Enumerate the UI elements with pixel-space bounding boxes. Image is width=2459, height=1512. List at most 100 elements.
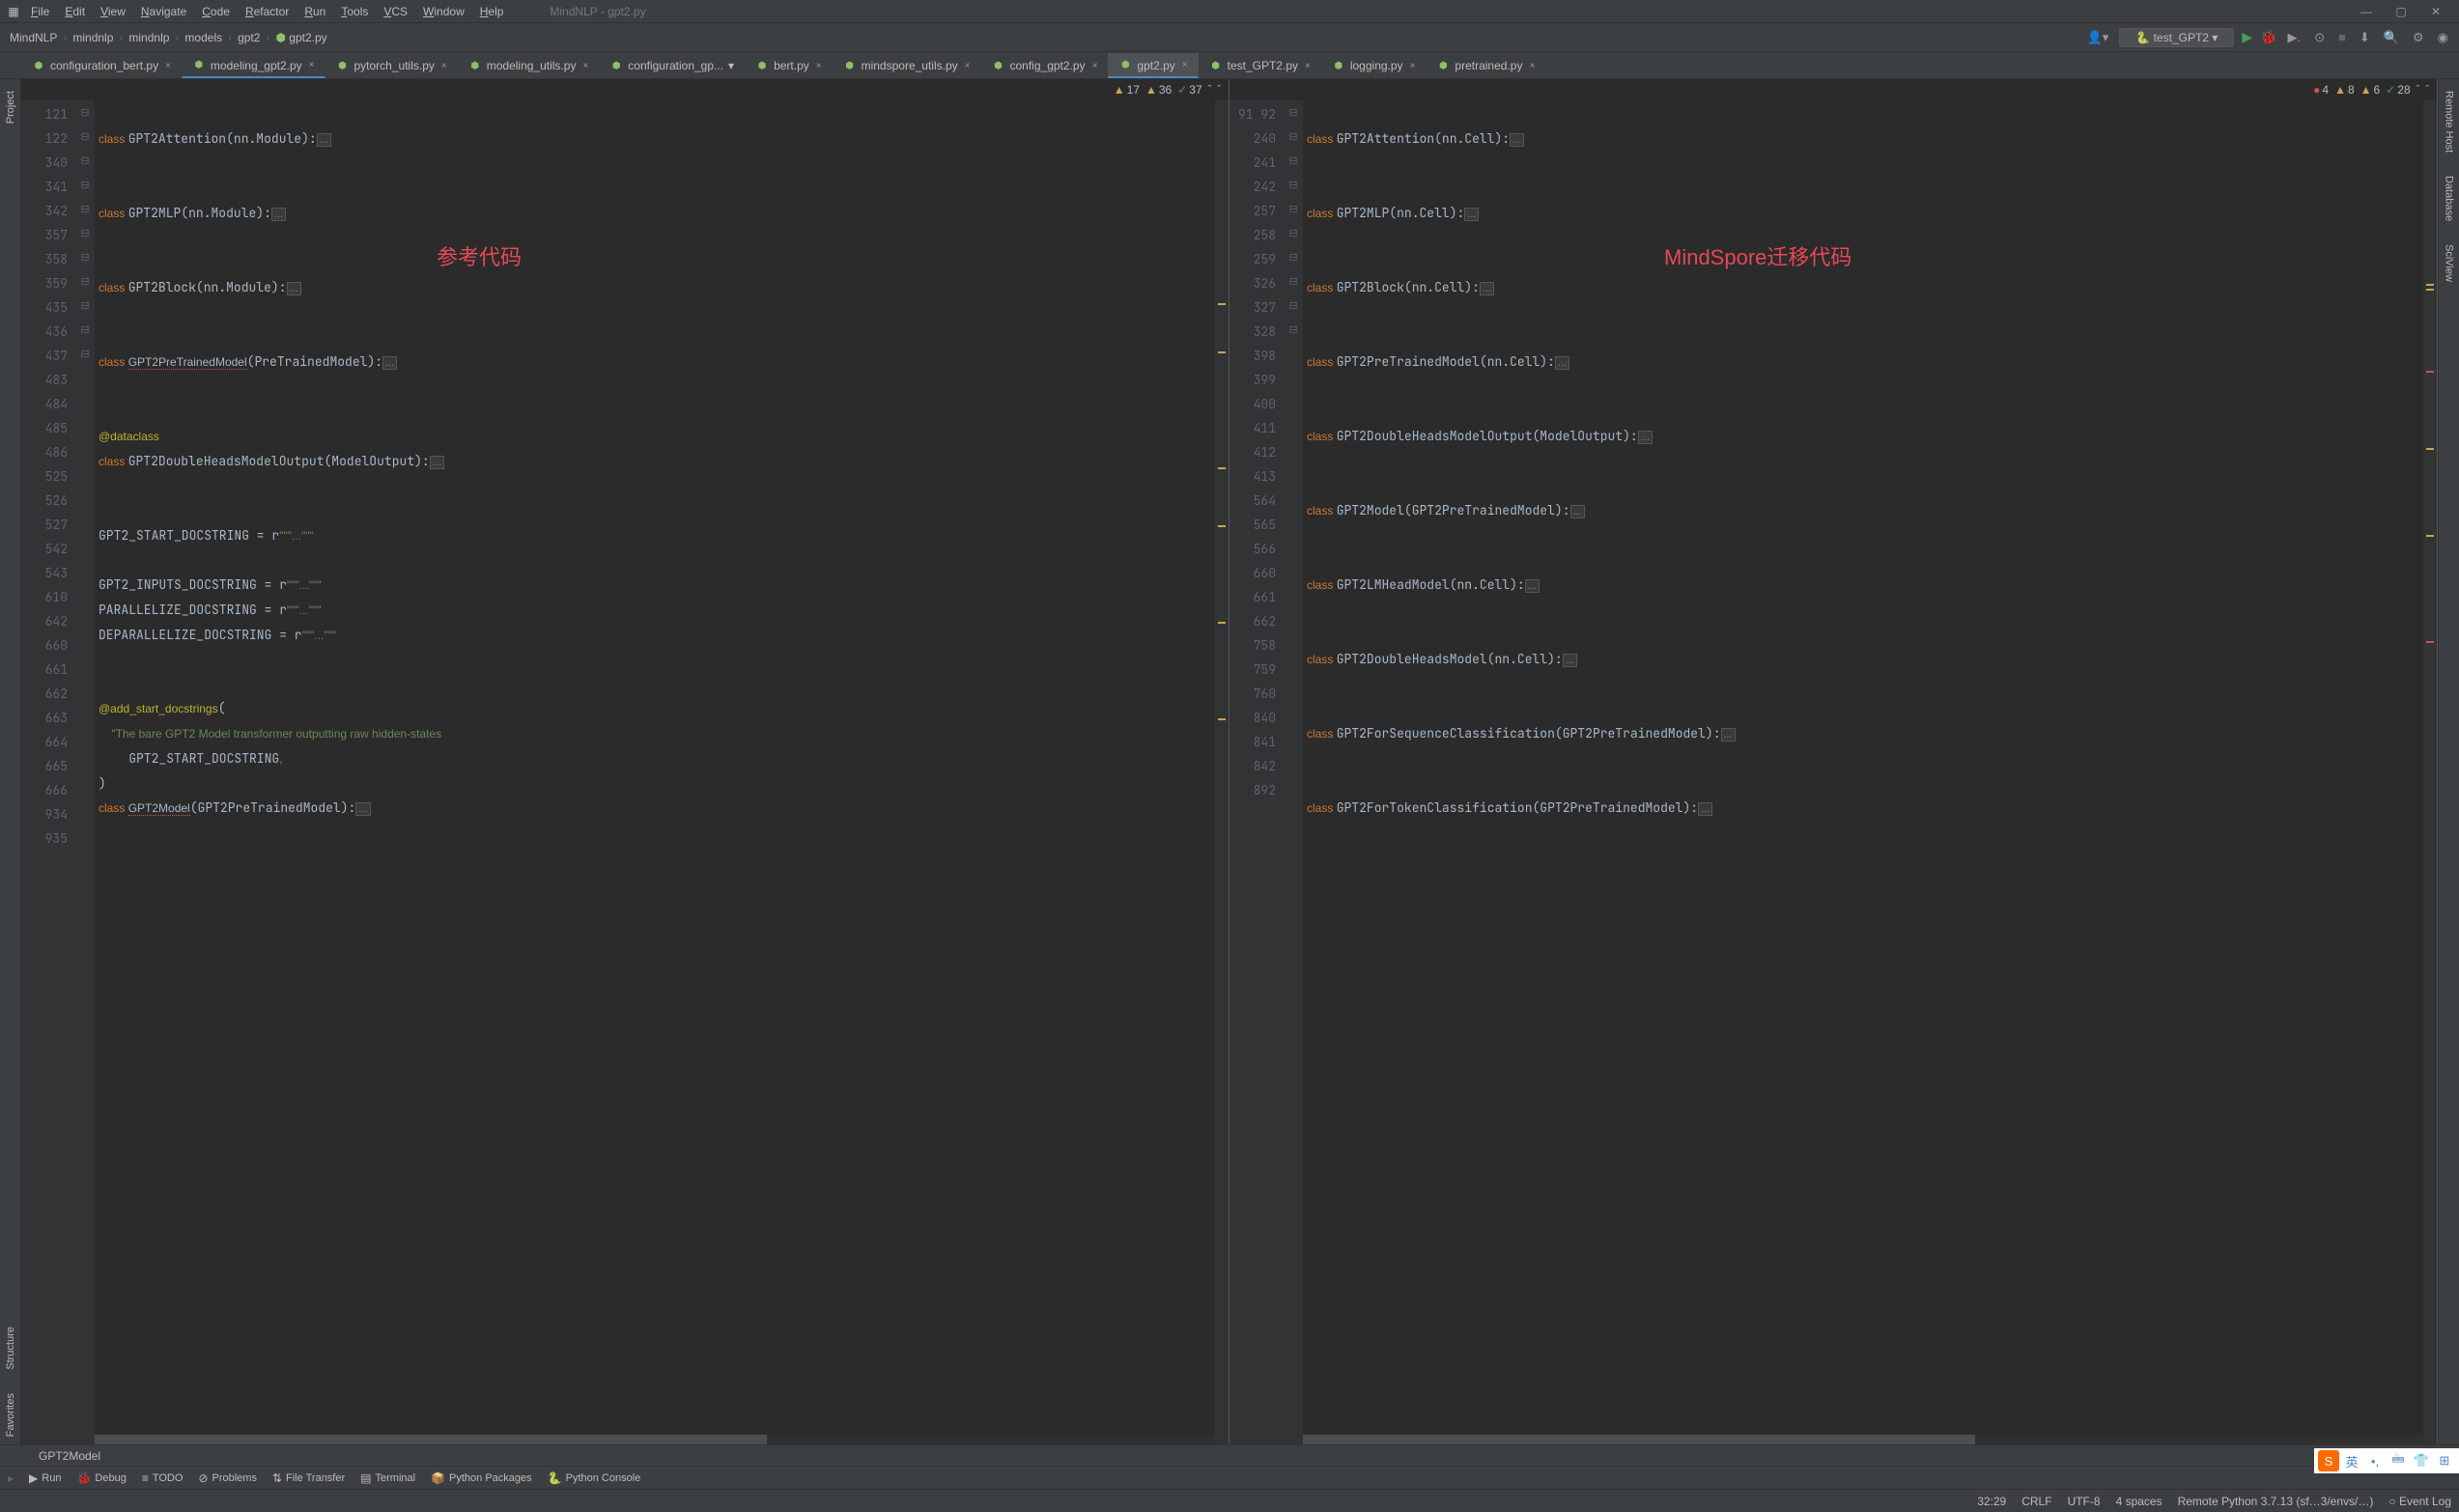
- caret-position[interactable]: 32:29: [1977, 1495, 2006, 1508]
- indent[interactable]: 4 spaces: [2116, 1495, 2162, 1508]
- close-tab-icon[interactable]: ×: [816, 61, 822, 71]
- tab-pytorch_utils-py[interactable]: ⬢pytorch_utils.py×: [325, 53, 458, 78]
- breadcrumb-1[interactable]: mindnlp: [71, 31, 115, 44]
- breadcrumb-4[interactable]: gpt2: [236, 31, 262, 44]
- tab-logging-py[interactable]: ⬢logging.py×: [1321, 53, 1427, 78]
- settings-icon[interactable]: ⚙: [2410, 30, 2427, 45]
- nav-down-r[interactable]: ˇ: [2425, 84, 2429, 96]
- bottom-tool-stripe: ▸ ▶ Run🐞 Debug≡ TODO⊘ Problems⇅ File Tra…: [0, 1466, 2459, 1489]
- warnings-r[interactable]: ▲6: [2360, 83, 2381, 97]
- warnings-weak-r[interactable]: ▲8: [2334, 83, 2355, 97]
- coverage-icon[interactable]: ▶.: [2285, 30, 2304, 45]
- python-file-icon: ⬢: [32, 59, 45, 72]
- typos[interactable]: ✓37: [1177, 83, 1201, 97]
- remote-host-tool[interactable]: Remote Host: [2444, 83, 2455, 160]
- chevron-down-icon[interactable]: ▾: [728, 59, 734, 72]
- search-icon[interactable]: 🔍: [2381, 30, 2402, 45]
- sciview-tool[interactable]: SciView: [2444, 237, 2455, 290]
- interpreter[interactable]: Remote Python 3.7.13 (sf…3/envs/…): [2178, 1495, 2374, 1508]
- tab-mindspore_utils-py[interactable]: ⬢mindspore_utils.py×: [833, 53, 981, 78]
- ime-logo-icon[interactable]: S: [2318, 1450, 2339, 1471]
- breadcrumb-0[interactable]: MindNLP: [8, 31, 59, 44]
- ime-lang-icon[interactable]: 英: [2341, 1450, 2362, 1471]
- tab-gpt2-py[interactable]: ⬢gpt2.py×: [1108, 53, 1198, 78]
- python-file-icon: ⬢: [1118, 59, 1132, 72]
- menu-run[interactable]: Run: [297, 3, 333, 20]
- tab-bert-py[interactable]: ⬢bert.py×: [745, 53, 833, 78]
- minimize-icon[interactable]: —: [2355, 5, 2378, 18]
- python-file-icon: ⬢: [336, 59, 350, 72]
- menu-tools[interactable]: Tools: [333, 3, 376, 20]
- ime-tools-icon[interactable]: ⊞: [2434, 1450, 2455, 1471]
- breadcrumb-2[interactable]: mindnlp: [127, 31, 171, 44]
- git-icon[interactable]: ⬇: [2357, 30, 2373, 45]
- window-title: MindNLP - gpt2.py: [550, 5, 645, 18]
- tab-test_GPT2-py[interactable]: ⬢test_GPT2.py×: [1199, 53, 1321, 78]
- close-tab-icon[interactable]: ×: [165, 61, 171, 71]
- structure-tool[interactable]: Structure: [5, 1319, 16, 1378]
- avatar-icon[interactable]: ◉: [2435, 30, 2451, 45]
- h-scrollbar-right[interactable]: [1303, 1435, 2423, 1444]
- menu-view[interactable]: View: [93, 3, 133, 20]
- project-tool[interactable]: Project: [5, 83, 16, 131]
- ime-toolbar: S 英 •, 🖮 👕 ⊞: [2314, 1448, 2459, 1473]
- menu-help[interactable]: Help: [472, 3, 512, 20]
- ime-punct-icon[interactable]: •,: [2364, 1450, 2386, 1471]
- code-area-right[interactable]: 91 92 240 241 242 257 258 259 326 327 32…: [1230, 100, 2437, 1444]
- editor-breadcrumb[interactable]: GPT2Model: [0, 1444, 2459, 1466]
- menu-code[interactable]: Code: [194, 3, 238, 20]
- close-tab-icon[interactable]: ×: [1182, 60, 1188, 70]
- breadcrumb-3[interactable]: models: [183, 31, 224, 44]
- nav-up-r[interactable]: ˆ: [2417, 84, 2420, 96]
- maximize-icon[interactable]: ▢: [2389, 5, 2413, 18]
- left-editor: ▲17 ▲36 ✓37 ˆ ˇ 121 122 340 341 342 357 …: [21, 79, 1230, 1444]
- minimap-left[interactable]: [1215, 100, 1229, 1444]
- warnings[interactable]: ▲36: [1145, 83, 1172, 97]
- minimap-right[interactable]: [2423, 100, 2437, 1444]
- ime-input-icon[interactable]: 🖮: [2388, 1450, 2409, 1471]
- close-tab-icon[interactable]: ×: [1092, 61, 1098, 71]
- stop-icon[interactable]: ■: [2335, 30, 2349, 44]
- tab-modeling_utils-py[interactable]: ⬢modeling_utils.py×: [458, 53, 600, 78]
- close-tab-icon[interactable]: ×: [1305, 61, 1311, 71]
- event-log[interactable]: ○ Event Log: [2388, 1495, 2451, 1508]
- menu-window[interactable]: Window: [415, 3, 472, 20]
- close-tab-icon[interactable]: ×: [582, 61, 588, 71]
- debug-icon[interactable]: 🐞: [2260, 29, 2276, 45]
- user-icon[interactable]: 👤▾: [2084, 30, 2112, 45]
- warnings-weak[interactable]: ▲17: [1114, 83, 1140, 97]
- line-separator[interactable]: CRLF: [2021, 1495, 2051, 1508]
- ime-skin-icon[interactable]: 👕: [2411, 1450, 2432, 1471]
- nav-down[interactable]: ˇ: [1217, 84, 1221, 96]
- code-area-left[interactable]: 121 122 340 341 342 357 358 359 435 436 …: [21, 100, 1229, 1444]
- app-icon: ▦: [4, 5, 23, 18]
- close-tab-icon[interactable]: ×: [1529, 61, 1535, 71]
- menu-refactor[interactable]: Refactor: [238, 3, 297, 20]
- python-file-icon: ⬢: [1436, 59, 1450, 72]
- run-config-selector[interactable]: 🐍 test_GPT2 ▾: [2119, 28, 2234, 47]
- h-scrollbar-left[interactable]: [95, 1435, 1215, 1444]
- tab-configuration_gp-[interactable]: ⬢configuration_gp...▾: [599, 53, 745, 78]
- tab-pretrained-py[interactable]: ⬢pretrained.py×: [1426, 53, 1545, 78]
- errors[interactable]: ●4: [2313, 83, 2329, 97]
- menu-navigate[interactable]: Navigate: [133, 3, 194, 20]
- menu-vcs[interactable]: VCS: [376, 3, 415, 20]
- favorites-tool[interactable]: Favorites: [5, 1386, 16, 1444]
- close-tab-icon[interactable]: ×: [1410, 61, 1416, 71]
- profile-icon[interactable]: ⊙: [2311, 30, 2328, 45]
- typos-r[interactable]: ✓28: [2386, 83, 2410, 97]
- close-tab-icon[interactable]: ×: [965, 61, 971, 71]
- tab-configuration_bert-py[interactable]: ⬢configuration_bert.py×: [21, 53, 182, 78]
- menu-edit[interactable]: Edit: [57, 3, 93, 20]
- breadcrumb-5[interactable]: ⬢ gpt2.py: [273, 31, 328, 44]
- close-tab-icon[interactable]: ×: [309, 60, 315, 70]
- close-icon[interactable]: ✕: [2424, 5, 2447, 18]
- tab-config_gpt2-py[interactable]: ⬢config_gpt2.py×: [981, 53, 1109, 78]
- close-tab-icon[interactable]: ×: [441, 61, 447, 71]
- database-tool[interactable]: Database: [2444, 168, 2455, 229]
- nav-up[interactable]: ˆ: [1208, 84, 1212, 96]
- run-icon[interactable]: ▶: [2242, 29, 2252, 45]
- tab-modeling_gpt2-py[interactable]: ⬢modeling_gpt2.py×: [182, 53, 325, 78]
- encoding[interactable]: UTF-8: [2068, 1495, 2101, 1508]
- menu-file[interactable]: File: [23, 3, 57, 20]
